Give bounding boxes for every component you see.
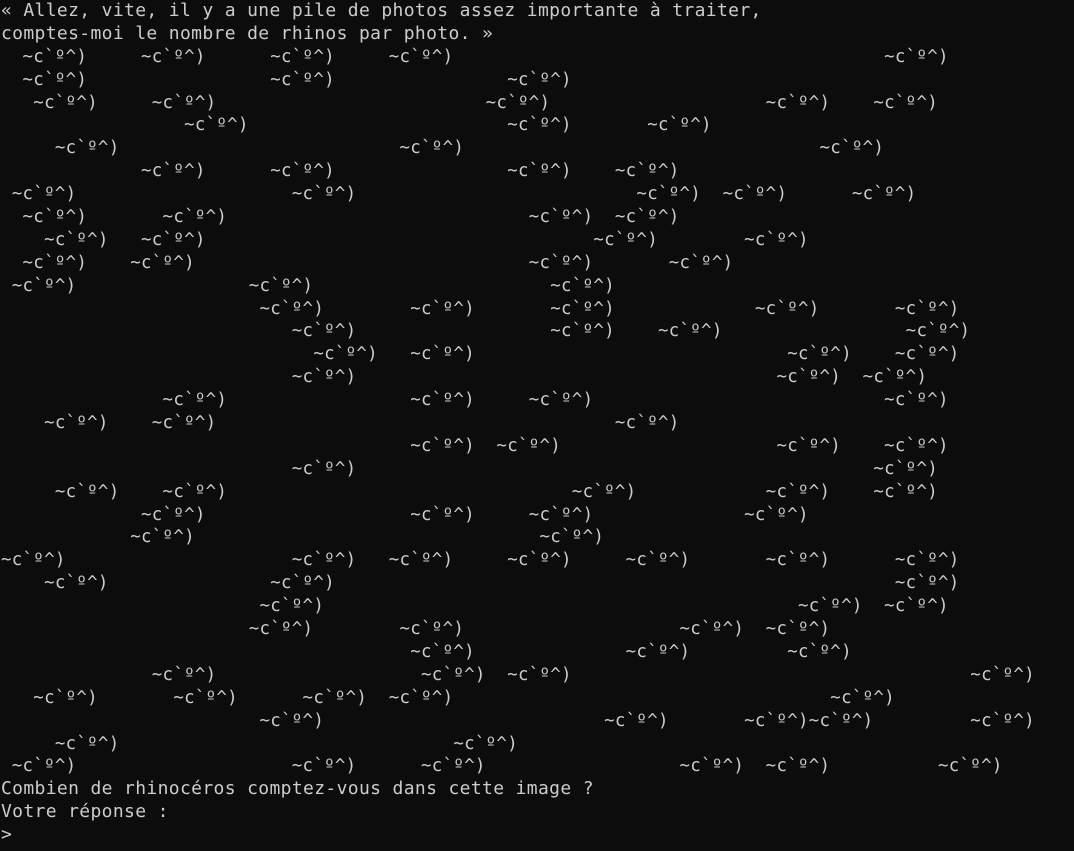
- rhino-row: ~c`º^) ~c`º^) ~c`º^) ~c`º^): [1, 504, 809, 525]
- rhino-row: ~c`º^) ~c`º^) ~c`º^) ~c`º^): [1, 207, 680, 228]
- rhino-row: ~c`º^) ~c`º^) ~c`º^): [1, 115, 712, 136]
- rhino-row: ~c`º^) ~c`º^) ~c`º^) ~c`º^) ~c`º^): [1, 298, 960, 319]
- rhino-row: ~c`º^) ~c`º^) ~c`º^): [1, 641, 852, 662]
- answer-label: Votre réponse :: [1, 801, 169, 823]
- rhino-row: ~c`º^) ~c`º^) ~c`º^) ~c`º^) ~c`º^): [1, 92, 938, 113]
- rhino-row: ~c`º^) ~c`º^) ~c`º^) ~c`º^): [1, 435, 949, 456]
- rhino-row: ~c`º^) ~c`º^) ~c`º^) ~c`º^): [1, 161, 680, 182]
- rhino-row: ~c`º^) ~c`º^) ~c`º^) ~c`º^): [1, 229, 809, 250]
- rhino-row: ~c`º^) ~c`º^) ~c`º^) ~c`º^) ~c`º^): [1, 184, 917, 205]
- rhino-art: ~c`º^) ~c`º^) ~c`º^) ~c`º^) ~c`º^) ~c`º^…: [1, 46, 1074, 779]
- rhino-row: ~c`º^) ~c`º^): [1, 458, 938, 479]
- prompt-symbol: >: [1, 824, 13, 846]
- terminal-window: « Allez, vite, il y a une pile de photos…: [0, 0, 1074, 851]
- rhino-row: ~c`º^) ~c`º^) ~c`º^) ~c`º^) ~c`º^): [1, 46, 949, 67]
- rhino-row: ~c`º^) ~c`º^) ~c`º^): [1, 275, 615, 296]
- rhino-row: ~c`º^) ~c`º^) ~c`º^) ~c`º^) ~c`º^): [1, 481, 938, 502]
- rhino-row: ~c`º^) ~c`º^) ~c`º^): [1, 138, 885, 159]
- rhino-row: ~c`º^) ~c`º^) ~c`º^): [1, 596, 949, 617]
- rhino-row: ~c`º^) ~c`º^) ~c`º^): [1, 69, 572, 90]
- question-text: Combien de rhinocéros comptez-vous dans …: [1, 778, 594, 800]
- rhino-row: ~c`º^) ~c`º^) ~c`º^) ~c`º^): [1, 390, 949, 411]
- rhino-row: ~c`º^) ~c`º^) ~c`º^): [1, 573, 960, 594]
- input-prompt[interactable]: >: [1, 824, 1074, 847]
- rhino-row: ~c`º^) ~c`º^) ~c`º^) ~c`º^): [1, 664, 1035, 685]
- intro-line-1: « Allez, vite, il y a une pile de photos…: [1, 0, 762, 21]
- rhino-row: ~c`º^) ~c`º^) ~c`º^) ~c`º^) ~c`º^): [1, 687, 895, 708]
- rhino-row: ~c`º^) ~c`º^) ~c`º^) ~c`º^): [1, 344, 960, 365]
- rhino-row: ~c`º^) ~c`º^) ~c`º^) ~c`º^): [1, 321, 971, 342]
- rhino-row: ~c`º^) ~c`º^) ~c`º^): [1, 413, 680, 434]
- rhino-row: ~c`º^) ~c`º^) ~c`º^): [1, 367, 928, 388]
- rhino-row: ~c`º^) ~c`º^): [1, 733, 518, 754]
- rhino-row: ~c`º^) ~c`º^) ~c`º^) ~c`º^) ~c`º^) ~c`º^…: [1, 550, 960, 571]
- intro-line-2: comptes-moi le nombre de rhinos par phot…: [1, 22, 494, 44]
- rhino-row: ~c`º^) ~c`º^) ~c`º^) ~c`º^): [1, 252, 734, 273]
- rhino-row: ~c`º^) ~c`º^) ~c`º^) ~c`º^) ~c`º^) ~c`º^…: [1, 756, 1003, 777]
- rhino-row: ~c`º^) ~c`º^) ~c`º^) ~c`º^): [1, 619, 831, 640]
- rhino-row: ~c`º^) ~c`º^): [1, 527, 605, 548]
- rhino-row: ~c`º^) ~c`º^) ~c`º^)~c`º^) ~c`º^): [1, 710, 1035, 731]
